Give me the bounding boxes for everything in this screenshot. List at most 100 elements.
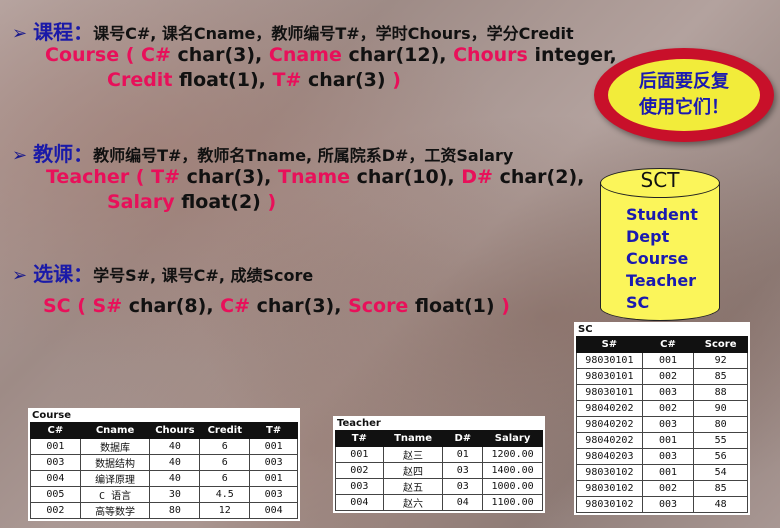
- teacher-schema-line1: Teacher ( T# char(3), Tname char(10), D#…: [46, 166, 584, 188]
- section-description: 教师编号T#，教师名Tname, 所属院系D#，工资Salary: [93, 146, 514, 165]
- table-row: 004 编译原理 40 6 001: [30, 470, 298, 487]
- section-description: 课号C#, 课名Cname，教师编号T#，学时Chours，学分Credit: [93, 24, 574, 43]
- table-row: 002 赵四 03 1400.00: [335, 462, 543, 479]
- schema-token: T#: [272, 69, 302, 91]
- column-header: C#: [641, 336, 695, 353]
- table-cell: 88: [693, 384, 748, 401]
- table-row: 004 赵六 04 1100.00: [335, 494, 543, 511]
- table-cell: 01: [442, 446, 484, 463]
- callout-line1: 后面要反复: [639, 71, 729, 92]
- section-description: 学号S#, 课号C#, 成绩Score: [93, 266, 314, 285]
- schema-token: char(12),: [348, 44, 454, 66]
- table-cell: 98040202: [576, 400, 643, 417]
- section-heading: 选课：: [33, 262, 94, 286]
- table-cell: 003: [641, 416, 695, 433]
- table-cell: 30: [149, 486, 201, 503]
- table-cell: 98030101: [576, 384, 643, 401]
- arrow-bullet-icon: ➢: [12, 265, 28, 286]
- table-cell: 001: [249, 470, 298, 487]
- table-row: 98040203 003 56: [576, 448, 748, 465]
- database-table-list: Student Dept Course Teacher SC: [626, 204, 698, 314]
- table-cell: 003: [30, 454, 81, 471]
- table-cell: 002: [335, 462, 384, 479]
- schema-token: Salary: [107, 191, 182, 213]
- database-table-item: Course: [626, 249, 689, 268]
- table-cell: 001: [30, 438, 81, 455]
- table-cell: 001: [335, 446, 384, 463]
- table-cell: 85: [693, 368, 748, 385]
- schema-token: ): [267, 191, 277, 213]
- table-cell: 98030102: [576, 496, 643, 513]
- table-cell: 赵三: [382, 446, 444, 463]
- table-cell: 98040202: [576, 432, 643, 449]
- column-header: T#: [249, 422, 298, 439]
- table-row: 98030101 003 88: [576, 384, 748, 401]
- column-header: C#: [30, 422, 81, 439]
- table-cell: 001: [641, 432, 695, 449]
- table-cell: 003: [249, 486, 298, 503]
- table-cell: 004: [30, 470, 81, 487]
- table-cell: 80: [693, 416, 748, 433]
- table-cell: 56: [693, 448, 748, 465]
- table-cell: 4.5: [199, 486, 251, 503]
- table-cell: 40: [149, 470, 201, 487]
- reminder-callout: 后面要反复 使用它们！: [594, 48, 774, 142]
- table-cell: 004: [249, 502, 298, 519]
- section-teacher-header: ➢ 教师：教师编号T#，教师名Tname, 所属院系D#，工资Salary: [12, 138, 513, 167]
- database-table-item: SC: [626, 293, 650, 312]
- database-table-item: Teacher: [626, 271, 697, 290]
- table-cell: 55: [693, 432, 748, 449]
- section-course-header: ➢ 课程：课号C#, 课名Cname，教师编号T#，学时Chours，学分Cred…: [12, 16, 574, 45]
- course-schema-line2: Credit float(1), T# char(3) ): [107, 69, 401, 91]
- table-cell: 高等数学: [79, 502, 151, 519]
- table-cell: 6: [199, 454, 251, 471]
- section-sc-header: ➢ 选课：学号S#, 课号C#, 成绩Score: [12, 258, 313, 287]
- schema-token: Cname: [268, 44, 349, 66]
- table-row: 98030101 001 92: [576, 352, 748, 369]
- arrow-bullet-icon: ➢: [12, 145, 28, 166]
- table-cell: 40: [149, 454, 201, 471]
- table-cell: 002: [641, 400, 695, 417]
- column-header: Score: [693, 336, 748, 353]
- schema-token: Tname: [278, 166, 357, 188]
- table-caption: Course: [32, 410, 71, 421]
- table-row: 98030102 003 48: [576, 496, 748, 513]
- column-header: S#: [576, 336, 643, 353]
- schema-token: char(3),: [177, 44, 269, 66]
- table-cell: 92: [693, 352, 748, 369]
- table-row: 001 赵三 01 1200.00: [335, 446, 543, 463]
- section-heading: 课程：: [33, 20, 94, 44]
- schema-token: char(10),: [356, 166, 462, 188]
- sc-table-panel: SC S# C# Score 98030101 001 92 98030101 002 85 98…: [574, 322, 750, 515]
- table-cell: C 语言: [79, 486, 151, 503]
- table-cell: 003: [335, 478, 384, 495]
- table-row: 003 赵五 03 1000.00: [335, 478, 543, 495]
- table-cell: 赵六: [382, 494, 444, 511]
- schema-token: Credit: [107, 69, 180, 91]
- table-row: 002 高等数学 80 12 004: [30, 502, 298, 519]
- database-table-item: Student: [626, 205, 698, 224]
- table-cell: 54: [693, 464, 748, 481]
- table-header-row: C# Cname Chours Credit T#: [30, 422, 298, 439]
- table-cell: 48: [693, 496, 748, 513]
- teacher-table: T# Tname D# Salary 001 赵三 01 1200.00 002 赵四 03 1400…: [335, 430, 543, 511]
- table-cell: 1100.00: [482, 494, 543, 511]
- table-cell: 98040203: [576, 448, 643, 465]
- column-header: Tname: [382, 430, 444, 447]
- database-cylinder: SCT Student Dept Course Teacher SC: [600, 168, 720, 321]
- schema-token: char(2),: [492, 166, 585, 188]
- schema-token: SC ( S#: [43, 295, 129, 317]
- table-row: 005 C 语言 30 4.5 003: [30, 486, 298, 503]
- table-cell: 98030101: [576, 352, 643, 369]
- teacher-table-panel: Teacher T# Tname D# Salary 001 赵三 01 1200.00 002…: [333, 416, 545, 513]
- column-header: Credit: [199, 422, 251, 439]
- table-cell: 004: [335, 494, 384, 511]
- table-cell: 1400.00: [482, 462, 543, 479]
- course-schema-line1: Course ( C# char(3), Cname char(12), Cho…: [45, 44, 617, 66]
- table-cell: 001: [641, 464, 695, 481]
- sc-schema-line1: SC ( S# char(8), C# char(3), Score float…: [43, 295, 510, 317]
- table-cell: 40: [149, 438, 201, 455]
- table-cell: 赵四: [382, 462, 444, 479]
- table-header-row: T# Tname D# Salary: [335, 430, 543, 447]
- schema-token: char(3),: [186, 166, 279, 188]
